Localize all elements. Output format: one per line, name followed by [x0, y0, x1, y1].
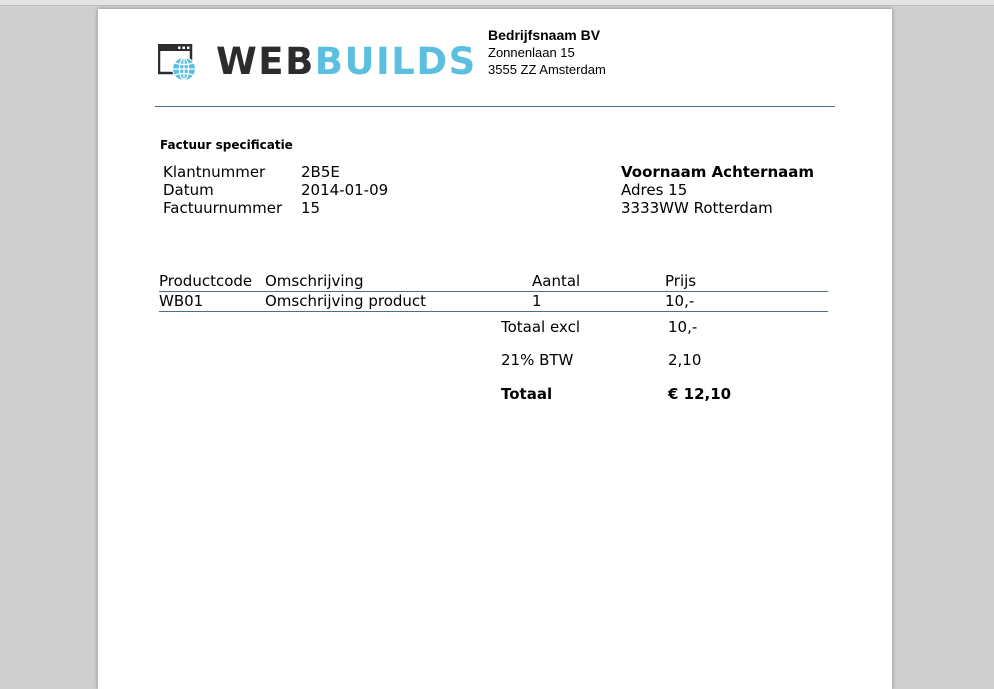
product-table: Productcode Omschrijving Aantal Prijs WB… — [159, 272, 828, 312]
viewer-toolbar-strip — [0, 0, 994, 6]
logo-wordmark-builds: BUILDS — [314, 40, 477, 83]
meta-row-klantnummer: Klantnummer 2B5E — [163, 163, 388, 181]
company-address: Bedrijfsnaam BV Zonnenlaan 15 3555 ZZ Am… — [488, 26, 606, 78]
total-value: 2,10 — [668, 351, 702, 369]
meta-value: 2B5E — [301, 163, 340, 181]
company-street: Zonnenlaan 15 — [488, 45, 575, 60]
logo-wordmark-web: WEB — [216, 40, 315, 83]
total-label: Totaal excl — [501, 318, 580, 336]
meta-value: 2014-01-09 — [301, 181, 389, 199]
customer-name: Voornaam Achternaam — [621, 163, 815, 181]
total-label: Totaal — [501, 385, 553, 403]
meta-label: Klantnummer — [163, 163, 266, 181]
cell-omschrijving: Omschrijving product — [265, 292, 427, 310]
cell-productcode: WB01 — [159, 292, 204, 310]
total-label: 21% BTW — [501, 351, 574, 369]
column-header-prijs: Prijs — [665, 272, 697, 290]
meta-label: Factuurnummer — [163, 199, 283, 217]
meta-value: 15 — [301, 199, 321, 217]
column-header-omschrijving: Omschrijving — [265, 272, 364, 290]
company-name: Bedrijfsnaam BV — [488, 27, 601, 43]
cell-aantal: 1 — [532, 292, 542, 310]
meta-row-factuurnummer: Factuurnummer 15 — [163, 199, 388, 217]
invoice-meta: Klantnummer 2B5E Datum 2014-01-09 Factuu… — [163, 163, 388, 217]
column-header-productcode: Productcode — [159, 272, 253, 290]
invoice-title: Factuur specificatie — [160, 138, 293, 152]
customer-address: Voornaam Achternaam Adres 15 3333WW Rott… — [621, 163, 814, 217]
table-row: WB01 Omschrijving product 1 10,- — [159, 292, 828, 310]
cell-prijs: 10,- — [665, 292, 695, 310]
invoice-page: WEBBUILDS Bedrijfsnaam BV Zonnenlaan 15 … — [98, 9, 892, 689]
meta-row-datum: Datum 2014-01-09 — [163, 181, 388, 199]
table-header-row: Productcode Omschrijving Aantal Prijs — [159, 272, 828, 290]
company-city: 3555 ZZ Amsterdam — [488, 62, 606, 77]
company-logo: WEBBUILDS — [158, 40, 475, 84]
header-divider — [155, 106, 835, 107]
browser-globe-icon — [158, 44, 196, 81]
table-bottom-divider — [159, 311, 828, 312]
meta-label: Datum — [163, 181, 214, 199]
column-header-aantal: Aantal — [532, 272, 581, 290]
total-value: 10,- — [668, 318, 698, 336]
customer-city: 3333WW Rotterdam — [621, 199, 773, 217]
total-value: € 12,10 — [668, 385, 732, 403]
customer-street: Adres 15 — [621, 181, 688, 199]
logo-wordmark: WEBBUILDS — [216, 40, 477, 84]
